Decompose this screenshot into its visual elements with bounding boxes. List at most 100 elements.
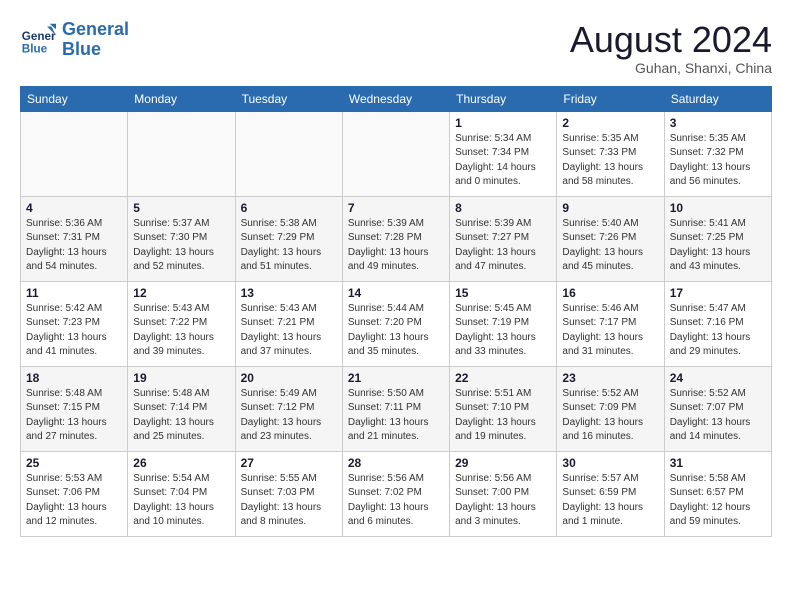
calendar-cell <box>21 111 128 196</box>
day-info: Sunrise: 5:43 AMSunset: 7:22 PMDaylight:… <box>133 302 229 360</box>
calendar-cell: 13Sunrise: 5:43 AMSunset: 7:21 PMDayligh… <box>235 281 342 366</box>
weekday-header-monday: Monday <box>128 86 235 111</box>
week-row-3: 11Sunrise: 5:42 AMSunset: 7:23 PMDayligh… <box>21 281 772 366</box>
day-info: Sunrise: 5:54 AMSunset: 7:04 PMDaylight:… <box>133 472 229 530</box>
day-info: Sunrise: 5:35 AMSunset: 7:32 PMDaylight:… <box>670 132 766 190</box>
day-info: Sunrise: 5:57 AMSunset: 6:59 PMDaylight:… <box>562 472 658 530</box>
month-title: August 2024 <box>570 20 772 60</box>
day-info: Sunrise: 5:39 AMSunset: 7:28 PMDaylight:… <box>348 217 444 275</box>
day-info: Sunrise: 5:45 AMSunset: 7:19 PMDaylight:… <box>455 302 551 360</box>
day-number: 20 <box>241 371 337 385</box>
day-info: Sunrise: 5:52 AMSunset: 7:07 PMDaylight:… <box>670 387 766 445</box>
calendar-cell: 16 Sunrise: 5:46 AMSunset: 7:17 PMDayligh… <box>557 281 664 366</box>
weekday-header-wednesday: Wednesday <box>342 86 449 111</box>
calendar-cell: 11Sunrise: 5:42 AMSunset: 7:23 PMDayligh… <box>21 281 128 366</box>
calendar-cell: 12 Sunrise: 5:43 AMSunset: 7:22 PMDayligh… <box>128 281 235 366</box>
week-row-4: 18 Sunrise: 5:48 AMSunset: 7:15 PMDayligh… <box>21 366 772 451</box>
day-info: Sunrise: 5:44 AMSunset: 7:20 PMDaylight:… <box>348 302 444 360</box>
calendar-cell: 6 Sunrise: 5:38 AMSunset: 7:29 PMDaylight… <box>235 196 342 281</box>
svg-text:General: General <box>22 30 56 43</box>
day-number: 8 <box>455 201 551 215</box>
day-number: 18 <box>26 371 122 385</box>
day-number: 22 <box>455 371 551 385</box>
day-number: 23 <box>562 371 658 385</box>
calendar-cell: 8 Sunrise: 5:39 AMSunset: 7:27 PMDaylight… <box>450 196 557 281</box>
day-info: Sunrise: 5:39 AMSunset: 7:27 PMDaylight:… <box>455 217 551 275</box>
logo: General Blue General Blue <box>20 20 129 60</box>
weekday-header-thursday: Thursday <box>450 86 557 111</box>
day-info: Sunrise: 5:35 AMSunset: 7:33 PMDaylight:… <box>562 132 658 190</box>
calendar-cell: 9 Sunrise: 5:40 AMSunset: 7:26 PMDaylight… <box>557 196 664 281</box>
day-number: 9 <box>562 201 658 215</box>
calendar-cell: 22Sunrise: 5:51 AMSunset: 7:10 PMDayligh… <box>450 366 557 451</box>
day-info: Sunrise: 5:38 AMSunset: 7:29 PMDaylight:… <box>241 217 337 275</box>
calendar-cell: 25Sunrise: 5:53 AMSunset: 7:06 PMDayligh… <box>21 451 128 536</box>
day-number: 13 <box>241 286 337 300</box>
day-number: 31 <box>670 456 766 470</box>
day-info: Sunrise: 5:56 AMSunset: 7:00 PMDaylight:… <box>455 472 551 530</box>
day-number: 14 <box>348 286 444 300</box>
day-number: 30 <box>562 456 658 470</box>
day-info: Sunrise: 5:53 AMSunset: 7:06 PMDaylight:… <box>26 472 122 530</box>
day-number: 19 <box>133 371 229 385</box>
day-info: Sunrise: 5:55 AMSunset: 7:03 PMDaylight:… <box>241 472 337 530</box>
day-info: Sunrise: 5:52 AMSunset: 7:09 PMDaylight:… <box>562 387 658 445</box>
week-row-2: 4Sunrise: 5:36 AMSunset: 7:31 PMDaylight… <box>21 196 772 281</box>
calendar-cell <box>342 111 449 196</box>
calendar-cell: 28Sunrise: 5:56 AMSunset: 7:02 PMDayligh… <box>342 451 449 536</box>
calendar-cell: 18 Sunrise: 5:48 AMSunset: 7:15 PMDayligh… <box>21 366 128 451</box>
calendar-cell: 20 Sunrise: 5:49 AMSunset: 7:12 PMDayligh… <box>235 366 342 451</box>
weekday-header-saturday: Saturday <box>664 86 771 111</box>
day-info: Sunrise: 5:46 AMSunset: 7:17 PMDaylight:… <box>562 302 658 360</box>
calendar-cell: 24Sunrise: 5:52 AMSunset: 7:07 PMDayligh… <box>664 366 771 451</box>
logo-text-general: General <box>62 20 129 40</box>
calendar-cell: 2 Sunrise: 5:35 AMSunset: 7:33 PMDaylight… <box>557 111 664 196</box>
calendar-cell: 14 Sunrise: 5:44 AMSunset: 7:20 PMDayligh… <box>342 281 449 366</box>
day-number: 17 <box>670 286 766 300</box>
day-info: Sunrise: 5:42 AMSunset: 7:23 PMDaylight:… <box>26 302 122 360</box>
weekday-header-tuesday: Tuesday <box>235 86 342 111</box>
weekday-header-sunday: Sunday <box>21 86 128 111</box>
calendar-cell: 21Sunrise: 5:50 AMSunset: 7:11 PMDayligh… <box>342 366 449 451</box>
logo-text-blue: Blue <box>62 40 129 60</box>
day-number: 15 <box>455 286 551 300</box>
week-row-1: 1 Sunrise: 5:34 AMSunset: 7:34 PMDaylight… <box>21 111 772 196</box>
day-number: 6 <box>241 201 337 215</box>
calendar-cell: 3 Sunrise: 5:35 AMSunset: 7:32 PMDaylight… <box>664 111 771 196</box>
day-number: 16 <box>562 286 658 300</box>
day-number: 12 <box>133 286 229 300</box>
week-row-5: 25Sunrise: 5:53 AMSunset: 7:06 PMDayligh… <box>21 451 772 536</box>
calendar-cell: 4Sunrise: 5:36 AMSunset: 7:31 PMDaylight… <box>21 196 128 281</box>
calendar-cell: 23 Sunrise: 5:52 AMSunset: 7:09 PMDayligh… <box>557 366 664 451</box>
calendar-cell: 29 Sunrise: 5:56 AMSunset: 7:00 PMDayligh… <box>450 451 557 536</box>
day-number: 3 <box>670 116 766 130</box>
calendar-cell: 27 Sunrise: 5:55 AMSunset: 7:03 PMDayligh… <box>235 451 342 536</box>
day-number: 1 <box>455 116 551 130</box>
day-number: 27 <box>241 456 337 470</box>
calendar-cell: 19Sunrise: 5:48 AMSunset: 7:14 PMDayligh… <box>128 366 235 451</box>
day-number: 2 <box>562 116 658 130</box>
calendar-cell <box>235 111 342 196</box>
day-number: 21 <box>348 371 444 385</box>
day-info: Sunrise: 5:48 AMSunset: 7:15 PMDaylight:… <box>26 387 122 445</box>
calendar-cell: 15 Sunrise: 5:45 AMSunset: 7:19 PMDayligh… <box>450 281 557 366</box>
day-info: Sunrise: 5:40 AMSunset: 7:26 PMDaylight:… <box>562 217 658 275</box>
logo-icon: General Blue <box>20 22 56 58</box>
calendar-cell: 30 Sunrise: 5:57 AMSunset: 6:59 PMDayligh… <box>557 451 664 536</box>
calendar-cell: 31 Sunrise: 5:58 AMSunset: 6:57 PMDayligh… <box>664 451 771 536</box>
day-info: Sunrise: 5:36 AMSunset: 7:31 PMDaylight:… <box>26 217 122 275</box>
location: Guhan, Shanxi, China <box>570 60 772 76</box>
day-info: Sunrise: 5:41 AMSunset: 7:25 PMDaylight:… <box>670 217 766 275</box>
day-number: 29 <box>455 456 551 470</box>
day-info: Sunrise: 5:49 AMSunset: 7:12 PMDaylight:… <box>241 387 337 445</box>
weekday-header-friday: Friday <box>557 86 664 111</box>
day-number: 10 <box>670 201 766 215</box>
calendar-cell: 5Sunrise: 5:37 AMSunset: 7:30 PMDaylight… <box>128 196 235 281</box>
day-info: Sunrise: 5:58 AMSunset: 6:57 PMDaylight:… <box>670 472 766 530</box>
day-number: 7 <box>348 201 444 215</box>
day-info: Sunrise: 5:47 AMSunset: 7:16 PMDaylight:… <box>670 302 766 360</box>
day-number: 26 <box>133 456 229 470</box>
svg-text:Blue: Blue <box>22 42 48 55</box>
day-info: Sunrise: 5:34 AMSunset: 7:34 PMDaylight:… <box>455 132 551 190</box>
calendar-table: SundayMondayTuesdayWednesdayThursdayFrid… <box>20 86 772 537</box>
